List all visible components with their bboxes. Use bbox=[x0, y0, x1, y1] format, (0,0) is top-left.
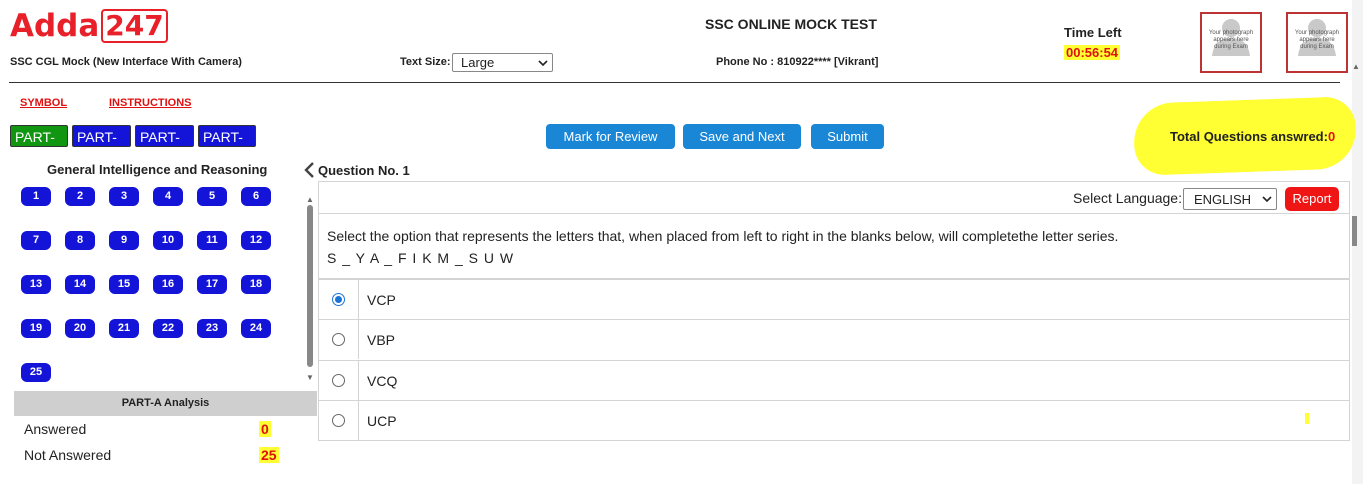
question-palette-button[interactable]: 21 bbox=[109, 319, 139, 338]
question-palette-button[interactable]: 18 bbox=[241, 275, 271, 294]
mark-for-review-button[interactable]: Mark for Review bbox=[546, 124, 675, 149]
question-palette-button[interactable]: 20 bbox=[65, 319, 95, 338]
scroll-up-arrow-icon[interactable]: ▲ bbox=[1352, 62, 1360, 71]
highlight-mark bbox=[1305, 413, 1309, 424]
question-number: Question No. 1 bbox=[318, 163, 410, 178]
question-palette-button[interactable]: 3 bbox=[109, 187, 139, 206]
section-title: General Intelligence and Reasoning bbox=[47, 162, 268, 177]
question-palette-button[interactable]: 12 bbox=[241, 231, 271, 250]
option-radio[interactable] bbox=[332, 374, 345, 387]
option-row[interactable]: VCP bbox=[319, 279, 1349, 319]
part-a-tab[interactable]: PART-A bbox=[10, 125, 68, 167]
option-row[interactable]: VBP bbox=[319, 319, 1349, 359]
scroll-down-arrow-icon[interactable]: ▼ bbox=[306, 373, 314, 382]
chevron-down-icon bbox=[538, 59, 548, 66]
option-label: UCP bbox=[367, 412, 397, 429]
option-row[interactable]: VCQ bbox=[319, 360, 1349, 400]
adda247-logo: Adda 247 bbox=[10, 8, 168, 44]
language-select[interactable]: ENGLISH bbox=[1183, 188, 1277, 210]
option-radio-cell bbox=[319, 320, 359, 359]
save-and-next-button[interactable]: Save and Next bbox=[683, 124, 801, 149]
option-label: VCP bbox=[367, 291, 396, 308]
logo-number: 247 bbox=[101, 9, 168, 43]
photo-caption: Your photograph appears here during Exam bbox=[1208, 30, 1254, 50]
palette-scrollbar[interactable]: ▲ ▼ bbox=[305, 195, 316, 385]
scroll-up-arrow-icon[interactable]: ▲ bbox=[306, 195, 314, 204]
question-palette-button[interactable]: 14 bbox=[65, 275, 95, 294]
option-radio[interactable] bbox=[332, 333, 345, 346]
question-palette-button[interactable]: 5 bbox=[197, 187, 227, 206]
text-size-select[interactable]: Large bbox=[452, 53, 553, 72]
question-palette-button[interactable]: 10 bbox=[153, 231, 183, 250]
question-palette-button[interactable]: 24 bbox=[241, 319, 271, 338]
instructions-link[interactable]: INSTRUCTIONS bbox=[109, 97, 192, 109]
mock-name: SSC CGL Mock (New Interface With Camera) bbox=[10, 56, 242, 68]
time-left-label: Time Left bbox=[1064, 25, 1122, 40]
question-palette-button[interactable]: 7 bbox=[21, 231, 51, 250]
question-palette-button[interactable]: 16 bbox=[153, 275, 183, 294]
text-size-label: Text Size: bbox=[400, 56, 451, 68]
page-scrollbar-thumb[interactable] bbox=[1352, 216, 1357, 246]
question-palette-button[interactable]: 2 bbox=[65, 187, 95, 206]
chevron-down-icon bbox=[1262, 196, 1272, 203]
question-palette-button[interactable]: 8 bbox=[65, 231, 95, 250]
answered-count: 0 bbox=[259, 421, 271, 437]
question-palette-button[interactable]: 1 bbox=[21, 187, 51, 206]
header-divider bbox=[9, 82, 1340, 83]
camera-photo-placeholder: Your photograph appears here during Exam bbox=[1286, 12, 1348, 73]
option-row[interactable]: UCP bbox=[319, 400, 1349, 440]
question-palette-button[interactable]: 9 bbox=[109, 231, 139, 250]
option-label: VBP bbox=[367, 331, 396, 348]
option-label: VCQ bbox=[367, 372, 398, 389]
part-c-tab[interactable]: PART-C bbox=[135, 125, 194, 167]
question-text: Select the option that represents the le… bbox=[327, 228, 1119, 244]
part-d-tab[interactable]: PART-D bbox=[198, 125, 256, 167]
question-palette-button[interactable]: 25 bbox=[21, 363, 51, 382]
question-toolbar-divider bbox=[318, 213, 1350, 214]
not-answered-label: Not Answered bbox=[24, 447, 112, 463]
question-palette-button[interactable]: 17 bbox=[197, 275, 227, 294]
total-answered: Total Questions answred:0 bbox=[1170, 129, 1335, 144]
option-radio-cell bbox=[319, 361, 359, 400]
part-b-tab[interactable]: PART-B bbox=[72, 125, 131, 167]
test-title: SSC ONLINE MOCK TEST bbox=[705, 16, 877, 32]
report-button[interactable]: Report bbox=[1285, 187, 1339, 211]
analysis-header: PART-A Analysis bbox=[14, 391, 317, 416]
question-series: S _ Y A _ F I K M _ S U W bbox=[327, 250, 515, 266]
submit-button[interactable]: Submit bbox=[811, 124, 884, 149]
question-palette-button[interactable]: 13 bbox=[21, 275, 51, 294]
palette-scrollbar-thumb[interactable] bbox=[307, 205, 313, 367]
question-palette-button[interactable]: 4 bbox=[153, 187, 183, 206]
option-radio[interactable] bbox=[332, 414, 345, 427]
question-palette-button[interactable]: 22 bbox=[153, 319, 183, 338]
candidate-photo-placeholder: Your photograph appears here during Exam bbox=[1200, 12, 1262, 73]
symbol-link[interactable]: SYMBOL bbox=[20, 97, 67, 109]
option-radio-cell bbox=[319, 280, 359, 319]
question-palette-button[interactable]: 19 bbox=[21, 319, 51, 338]
photo-caption: Your photograph appears here during Exam bbox=[1294, 30, 1340, 50]
time-left-value: 00:56:54 bbox=[1064, 45, 1121, 60]
question-palette-button[interactable]: 15 bbox=[109, 275, 139, 294]
total-answered-value: 0 bbox=[1327, 129, 1336, 144]
question-palette-button[interactable]: 11 bbox=[197, 231, 227, 250]
not-answered-count: 25 bbox=[259, 447, 279, 463]
text-size-value: Large bbox=[461, 55, 495, 70]
select-language-label: Select Language: bbox=[1073, 190, 1182, 206]
candidate-phone: Phone No : 810922**** [Vikrant] bbox=[716, 56, 879, 68]
question-palette-button[interactable]: 6 bbox=[241, 187, 271, 206]
language-value: ENGLISH bbox=[1194, 191, 1252, 207]
answered-label: Answered bbox=[24, 421, 87, 437]
logo-text: Adda bbox=[10, 8, 100, 44]
total-answered-label: Total Questions answred: bbox=[1170, 129, 1328, 144]
option-radio-cell bbox=[319, 401, 359, 440]
question-palette-button[interactable]: 23 bbox=[197, 319, 227, 338]
chevron-left-icon[interactable] bbox=[303, 161, 315, 179]
option-radio[interactable] bbox=[332, 293, 345, 306]
